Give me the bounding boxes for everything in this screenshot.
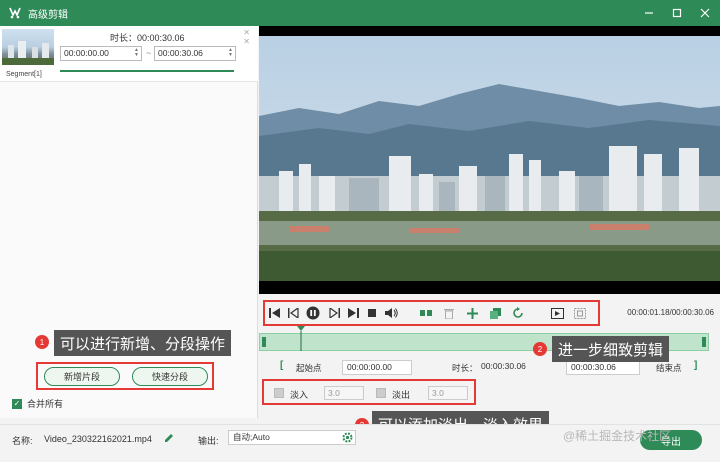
output-select[interactable]: 自动;Auto bbox=[228, 430, 356, 445]
segment-start-value: 00:00:00.00 bbox=[64, 48, 109, 58]
merge-all-label: 合并所有 bbox=[27, 399, 64, 409]
segment-progress bbox=[60, 70, 234, 72]
segment-end-value: 00:00:30.06 bbox=[158, 48, 203, 58]
segment-card[interactable]: Segment[1] 时长：00:00:30.06 00:00:00.00 ▲ ▼… bbox=[0, 26, 258, 82]
playhead-icon[interactable] bbox=[296, 326, 306, 351]
range-duration-value: 00:00:30.06 bbox=[481, 361, 526, 371]
video-frame bbox=[259, 36, 720, 281]
annotation-badge-2: 2 bbox=[533, 342, 547, 356]
window-title: 高级剪辑 bbox=[28, 9, 68, 21]
playback-time: 00:00:01.18/00:00:30.06 bbox=[627, 308, 714, 317]
end-bracket-icon: ] bbox=[694, 360, 698, 371]
highlight-box-controls bbox=[263, 300, 600, 326]
highlight-box-fade bbox=[262, 379, 476, 405]
duration-label: 时长： bbox=[452, 363, 478, 373]
output-label: 输出: bbox=[198, 436, 219, 446]
segment-label: Segment[1] bbox=[6, 71, 42, 78]
annotation-callout-2: 进一步细致剪辑 bbox=[552, 336, 670, 362]
timeline-end-handle[interactable] bbox=[702, 337, 706, 347]
title-bar: 高级剪辑 bbox=[0, 0, 720, 26]
segment-panel: Segment[1] 时长：00:00:30.06 00:00:00.00 ▲ ▼… bbox=[0, 26, 258, 418]
settings-gear-icon[interactable] bbox=[342, 432, 353, 445]
highlight-box-1 bbox=[36, 362, 214, 390]
video-preview[interactable] bbox=[259, 26, 720, 294]
merge-all-row[interactable]: ✓ 合并所有 bbox=[12, 397, 63, 410]
minimize-icon[interactable] bbox=[642, 6, 656, 20]
checkbox-checked-icon[interactable]: ✓ bbox=[12, 398, 22, 409]
close-icon[interactable] bbox=[698, 6, 712, 20]
app-logo-icon bbox=[8, 6, 22, 20]
spinner-icon[interactable]: ▲ ▼ bbox=[227, 48, 234, 59]
duration-value: 00:00:30.06 bbox=[477, 360, 557, 375]
spinner-icon[interactable]: ▲ ▼ bbox=[133, 48, 140, 59]
start-time-field[interactable]: 00:00:00.00 bbox=[342, 360, 412, 375]
output-value: 自动;Auto bbox=[233, 432, 270, 442]
end-time-field[interactable]: 00:00:30.06 bbox=[566, 360, 640, 375]
segment-end-field[interactable]: 00:00:30.06 ▲ ▼ bbox=[154, 46, 236, 61]
annotation-callout-1: 可以进行新增、分段操作 bbox=[54, 330, 232, 356]
name-label: 名称: bbox=[12, 436, 33, 446]
segment-thumbnail bbox=[2, 29, 54, 65]
range-separator: ~ bbox=[146, 48, 152, 58]
timeline-start-handle[interactable] bbox=[262, 337, 266, 347]
file-name: Video_230322162021.mp4 bbox=[44, 434, 152, 444]
end-point-button[interactable]: 结束点 bbox=[656, 362, 682, 374]
end-time-value: 00:00:30.06 bbox=[571, 362, 616, 372]
segment-duration: 时长：00:00:30.06 bbox=[110, 33, 185, 43]
segment-start-field[interactable]: 00:00:00.00 ▲ ▼ bbox=[60, 46, 142, 61]
watermark: @稀土掘金技术社区 bbox=[563, 429, 672, 443]
start-time-value: 00:00:00.00 bbox=[347, 362, 392, 372]
annotation-badge-1: 1 bbox=[35, 335, 49, 349]
edit-icon[interactable] bbox=[164, 433, 174, 445]
start-point-button[interactable]: 起始点 bbox=[296, 362, 322, 374]
segment-delete-icon[interactable]: ✕ ✕ bbox=[243, 28, 250, 46]
start-bracket-icon: [ bbox=[280, 360, 284, 371]
maximize-icon[interactable] bbox=[670, 6, 684, 20]
